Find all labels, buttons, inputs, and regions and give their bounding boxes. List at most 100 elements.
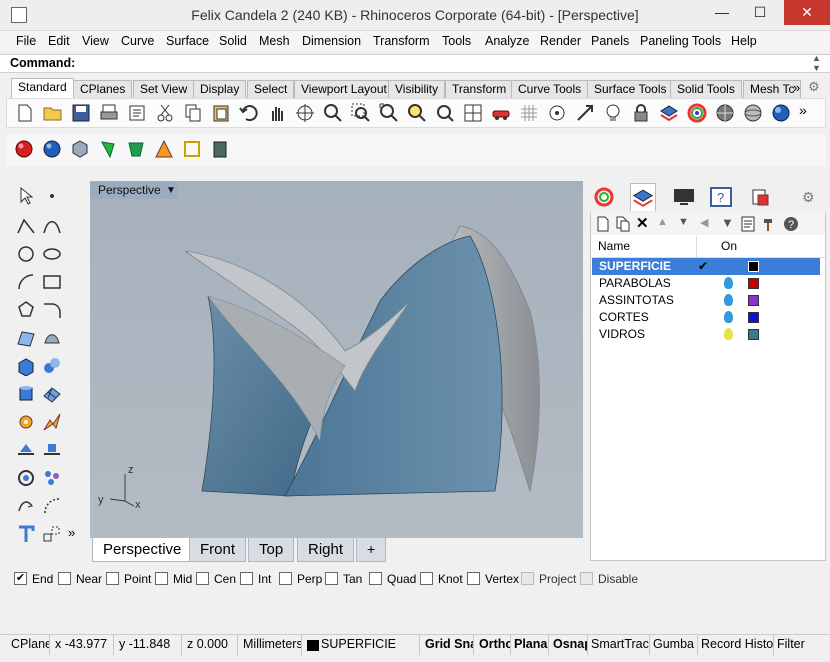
viewport-tab-perspective[interactable]: Perspective (92, 538, 193, 562)
status-grid-snap[interactable]: Grid Sna (422, 635, 474, 655)
osnap-end-checkbox[interactable]: ✔ (14, 572, 27, 585)
tab-select[interactable]: Select (247, 80, 295, 98)
open-folder-icon[interactable] (43, 103, 63, 123)
color-wheel-icon[interactable] (687, 103, 707, 123)
column-on-header[interactable]: On (721, 239, 737, 253)
osnap-cen-checkbox[interactable] (196, 572, 209, 585)
rectangle-icon[interactable] (42, 272, 62, 292)
tab-set-view[interactable]: Set View (133, 80, 195, 98)
osnap-tan-checkbox[interactable] (325, 572, 338, 585)
minimize-button[interactable]: — (705, 0, 739, 25)
menu-tools[interactable]: Tools (442, 31, 471, 51)
block-icon[interactable] (42, 524, 62, 544)
zoom-window-icon[interactable] (351, 103, 371, 123)
layer-row[interactable]: CORTES (592, 309, 820, 326)
select-arrow-icon[interactable] (16, 186, 36, 206)
viewport-title[interactable]: Perspective ▼ (90, 182, 178, 199)
status-smarttrack[interactable]: SmartTrac (588, 635, 650, 655)
extrude-curve-icon[interactable] (42, 328, 62, 348)
explode-icon[interactable] (42, 412, 62, 432)
green-box-icon[interactable] (126, 139, 146, 159)
layer-help-icon[interactable]: ? (783, 216, 799, 232)
point-icon[interactable] (42, 186, 62, 206)
layer-row[interactable]: SUPERFICIE ✔ (592, 258, 820, 275)
ellipse-icon[interactable] (42, 244, 62, 264)
layer-color-swatch[interactable] (748, 278, 759, 289)
viewport-tab-front[interactable]: Front (189, 538, 247, 562)
layer-row[interactable]: PARABOLAS (592, 275, 820, 292)
group-icon[interactable] (16, 468, 36, 488)
tab-viewport-layout[interactable]: Viewport Layout (294, 80, 394, 98)
model-canvas[interactable]: z y x (90, 181, 583, 538)
layer-row[interactable]: VIDROS (592, 326, 820, 343)
new-sublayer-icon[interactable] (616, 216, 630, 232)
annotation-curve-icon[interactable] (42, 496, 62, 516)
osnap-int-checkbox[interactable] (240, 572, 253, 585)
menu-solid[interactable]: Solid (219, 31, 247, 51)
osnap-knot-checkbox[interactable] (420, 572, 433, 585)
osnap-mid-checkbox[interactable] (155, 572, 168, 585)
osnap-project-checkbox[interactable] (521, 572, 534, 585)
paste-icon[interactable] (211, 103, 231, 123)
cylinder-icon[interactable] (16, 384, 36, 404)
layer-on-bulb-icon[interactable] (724, 294, 733, 306)
material-sphere-icon[interactable] (771, 103, 791, 123)
toolbar-settings-gear-icon[interactable]: ⚙ (808, 79, 820, 95)
osnap-perp-checkbox[interactable] (279, 572, 292, 585)
new-layer-icon[interactable] (596, 216, 610, 232)
layer-color-swatch[interactable] (748, 312, 759, 323)
tab-solid-tools[interactable]: Solid Tools (670, 80, 742, 98)
layer-on-bulb-icon[interactable] (724, 328, 733, 340)
green-shape-icon[interactable] (98, 139, 118, 159)
move-layer-down-icon[interactable]: ▼ (678, 216, 689, 228)
delete-layer-icon[interactable]: ✕ (636, 214, 649, 232)
osnap-near-checkbox[interactable] (58, 572, 71, 585)
menu-dimension[interactable]: Dimension (302, 31, 361, 51)
box-icon[interactable] (16, 356, 36, 376)
menu-paneling-tools[interactable]: Paneling Tools (640, 31, 721, 51)
maximize-button[interactable]: ☐ (743, 0, 777, 25)
layer-properties-icon[interactable] (741, 216, 755, 232)
shaded-sphere-icon[interactable] (743, 103, 763, 123)
command-scroll-arrows[interactable]: ▲ ▼ (812, 53, 821, 73)
boolean-cylinder-icon[interactable] (210, 139, 230, 159)
properties-icon[interactable] (127, 103, 147, 123)
undo-view-change-icon[interactable] (435, 103, 455, 123)
fillet-icon[interactable] (42, 300, 62, 320)
zoom-dynamic-icon[interactable] (323, 103, 343, 123)
arc-icon[interactable] (16, 272, 36, 292)
osnap-point-checkbox[interactable] (106, 572, 119, 585)
layer-tools-hammer-icon[interactable] (762, 216, 776, 232)
status-record-history[interactable]: Record Histo (698, 635, 774, 655)
status-ortho[interactable]: Ortho (476, 635, 511, 655)
menu-panels[interactable]: Panels (591, 31, 629, 51)
grid-snap-icon[interactable] (519, 103, 539, 123)
tab-visibility[interactable]: Visibility (388, 80, 446, 98)
materials-panel-icon[interactable] (594, 187, 614, 207)
mesh-sphere-icon[interactable] (70, 139, 90, 159)
tab-cplanes[interactable]: CPlanes (73, 80, 133, 98)
spheres-icon[interactable] (42, 356, 62, 376)
lock-icon[interactable] (631, 103, 651, 123)
move-layer-out-icon[interactable]: ◀ (700, 216, 708, 229)
tabs-overflow-icon[interactable]: » (793, 80, 800, 95)
layer-name[interactable]: VIDROS (599, 326, 645, 343)
copy-icon[interactable] (183, 103, 203, 123)
rotate-view-icon[interactable] (295, 103, 315, 123)
status-filter[interactable]: Filter (774, 635, 824, 655)
menu-help[interactable]: Help (731, 31, 757, 51)
layer-icon[interactable] (659, 103, 679, 123)
car-icon[interactable] (491, 103, 511, 123)
cut-icon[interactable] (155, 103, 175, 123)
status-cplane[interactable]: CPlane (8, 635, 50, 655)
toolbar-overflow-icon[interactable]: » (799, 102, 807, 118)
menu-curve[interactable]: Curve (121, 31, 154, 51)
osnap-disable-checkbox[interactable] (580, 572, 593, 585)
command-line[interactable]: Command: ▲ ▼ (0, 53, 830, 73)
layer-color-swatch[interactable] (748, 261, 759, 272)
tab-curve-tools[interactable]: Curve Tools (511, 80, 589, 98)
menu-edit[interactable]: Edit (48, 31, 70, 51)
render-sphere-icon[interactable] (715, 103, 735, 123)
display-panel-icon[interactable] (672, 187, 696, 207)
polygon-icon[interactable] (16, 300, 36, 320)
